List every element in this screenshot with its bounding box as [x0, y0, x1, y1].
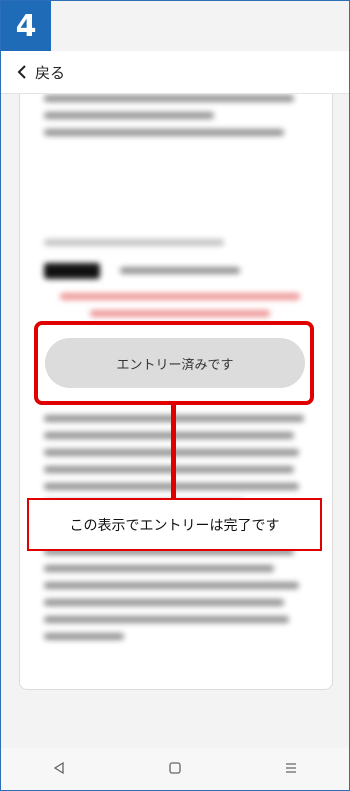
nav-menu-button[interactable]: [271, 749, 311, 789]
highlight-frame: [34, 321, 314, 405]
callout-connector-line: [171, 405, 176, 499]
nav-back-button[interactable]: [39, 749, 79, 789]
back-button[interactable]: 戻る: [17, 62, 65, 83]
menu-lines-icon: [284, 760, 298, 779]
blurred-deadline-row: [44, 263, 284, 283]
nav-home-button[interactable]: [155, 749, 195, 789]
blurred-campaign-label: [44, 239, 244, 256]
chevron-left-icon: [17, 65, 27, 79]
top-header: 戻る: [1, 51, 349, 94]
android-nav-bar: [1, 748, 349, 790]
back-label: 戻る: [35, 63, 66, 82]
completion-callout: この表示でエントリーは完了です: [27, 498, 322, 551]
step-number-badge: 4: [1, 1, 51, 51]
blurred-description-top: [44, 95, 308, 146]
triangle-back-icon: [52, 760, 66, 779]
screenshot-frame: 4 戻る エントリー済みです この表示でエントリーは完了です: [0, 0, 350, 791]
blurred-description-bottom: [44, 548, 308, 650]
square-home-icon: [168, 760, 182, 779]
